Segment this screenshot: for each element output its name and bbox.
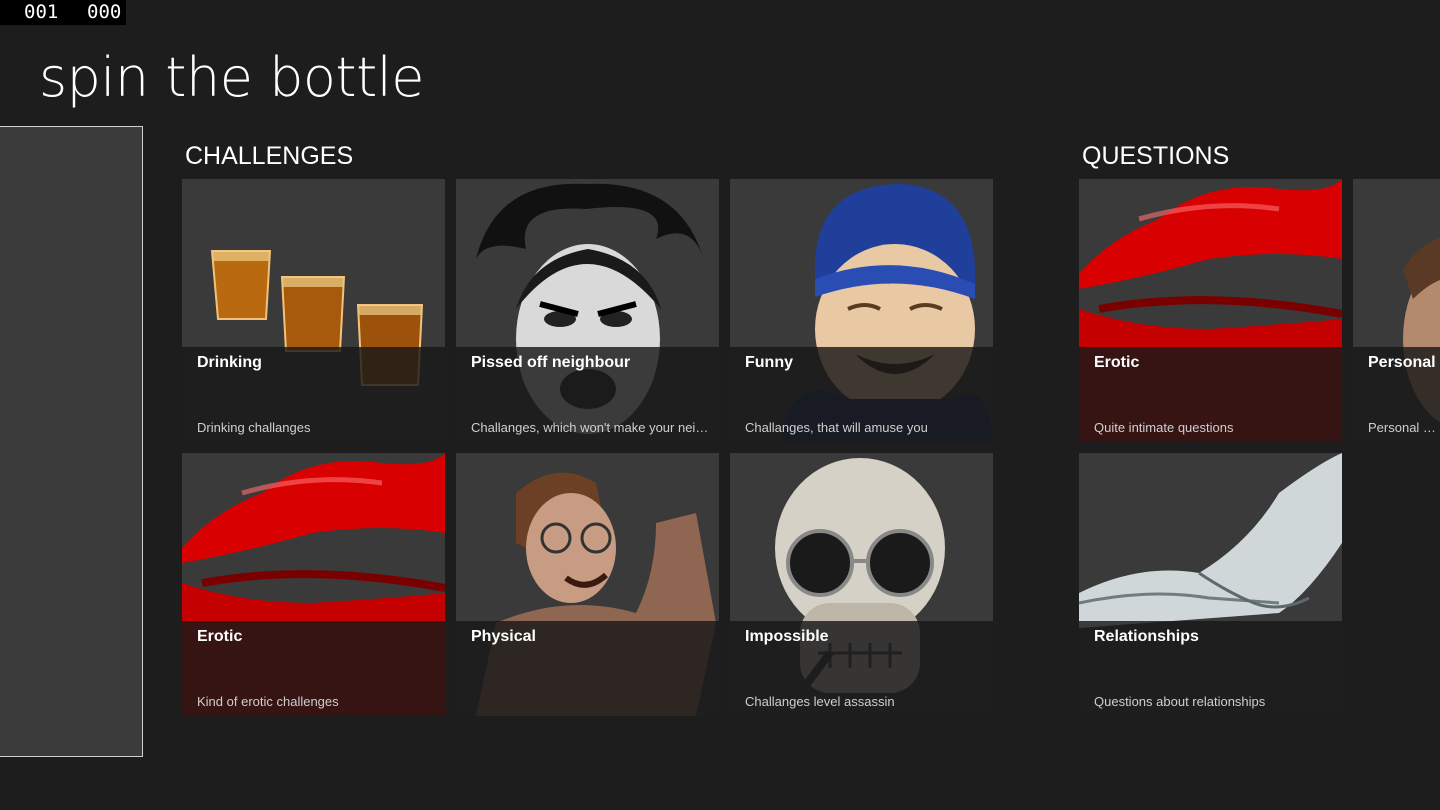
counter-right: 000 (87, 1, 122, 23)
tile-erotic-challenges[interactable]: Erotic Kind of erotic challenges (182, 453, 445, 716)
tile-description: Personal questions (1368, 420, 1440, 435)
left-panel[interactable] (0, 126, 143, 757)
tile-physical[interactable]: Physical (456, 453, 719, 716)
tile-description: Challanges, which won't make your neighb… (471, 420, 709, 435)
tile-title: Funny (745, 354, 793, 371)
tile-drinking[interactable]: Drinking Drinking challanges (182, 179, 445, 442)
tile-erotic-questions[interactable]: Erotic Quite intimate questions (1079, 179, 1342, 442)
tile-title: Erotic (1094, 354, 1140, 371)
tile-title: Impossible (745, 628, 829, 645)
tile-description: Challanges level assassin (745, 694, 895, 709)
tile-title: Personal (1368, 354, 1436, 371)
tile-title: Erotic (197, 628, 243, 645)
tile-title: Relationships (1094, 628, 1199, 645)
tile-description: Questions about relationships (1094, 694, 1266, 709)
tile-impossible[interactable]: Impossible Challanges level assassin (730, 453, 993, 716)
counter-left: 001 (24, 1, 59, 23)
tile-pissed-off-neighbour[interactable]: Pissed off neighbour Challanges, which w… (456, 179, 719, 442)
tile-title: Physical (471, 628, 536, 645)
frame-counters: 001 000 (0, 0, 126, 25)
tile-description: Drinking challanges (197, 420, 311, 435)
tile-personal[interactable]: Personal Personal questions (1353, 179, 1440, 442)
tile-relationships[interactable]: Relationships Questions about relationsh… (1079, 453, 1342, 716)
tile-title: Pissed off neighbour (471, 354, 631, 371)
tile-description: Kind of erotic challenges (197, 694, 339, 709)
tile-description: Challanges, that will amuse you (745, 420, 928, 435)
tile-title: Drinking (197, 354, 262, 371)
app-title: spin the bottle (39, 46, 424, 109)
tile-description: Quite intimate questions (1094, 420, 1234, 435)
questions-header[interactable]: QUESTIONS (1082, 142, 1229, 171)
challenges-header[interactable]: CHALLENGES (185, 142, 353, 171)
tile-funny[interactable]: Funny Challanges, that will amuse you (730, 179, 993, 442)
